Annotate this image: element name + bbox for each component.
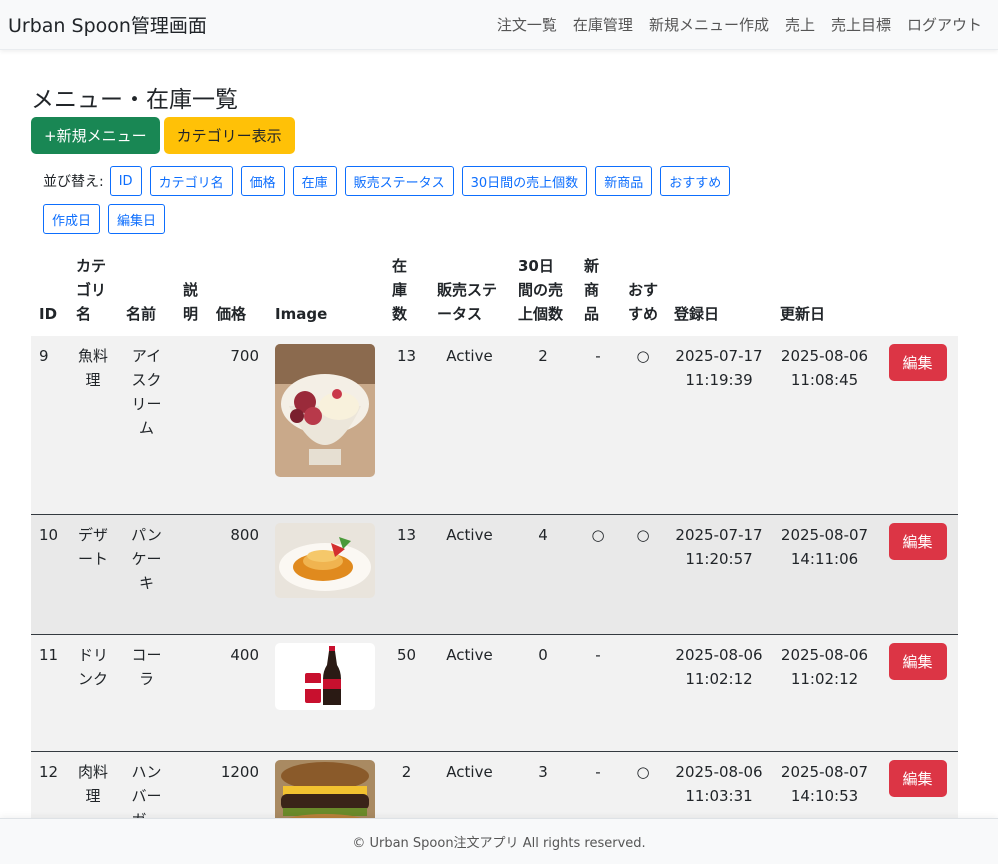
cell-new: ○ (591, 525, 605, 544)
header-recommend: おすすめ (628, 281, 659, 323)
cell-image (267, 634, 384, 751)
cell-price: 700 (230, 347, 259, 365)
cell-recommend: ○ (636, 347, 650, 365)
cell-sales: 0 (538, 645, 548, 664)
sort-button-updated[interactable]: 編集日 (108, 204, 166, 234)
sort-button-recommend[interactable]: おすすめ (660, 166, 731, 196)
edit-button[interactable]: 編集 (888, 759, 947, 797)
cell-id: 11 (39, 645, 59, 664)
header-id: ID (39, 305, 58, 323)
pancake-photo (275, 522, 375, 598)
cell-new: - (595, 347, 601, 365)
sort-button-category[interactable]: カテゴリ名 (149, 166, 233, 196)
sort-button-id[interactable]: ID (109, 166, 142, 196)
cell-price: 800 (230, 525, 259, 544)
new-menu-button[interactable]: +新規メニュー (31, 117, 160, 154)
navbar: Urban Spoon管理画面 注文一覧 在庫管理 新規メニュー作成 売上 売上… (0, 0, 998, 50)
cell-stock: 50 (396, 645, 417, 664)
cell-sales: 4 (538, 525, 548, 544)
sort-button-stock[interactable]: 在庫 (292, 166, 337, 196)
cell-description (175, 336, 208, 514)
cell-updated: 2025-08-06 11:08:45 (780, 347, 869, 389)
cola-photo (275, 642, 375, 710)
cell-name: アイスクリーム (131, 347, 162, 437)
ice-cream-photo (275, 344, 375, 477)
cell-name: コーラ (131, 645, 162, 688)
nav-links: 注文一覧 在庫管理 新規メニュー作成 売上 売上目標 ログアウト (497, 14, 990, 35)
cell-edit: 編集 (877, 336, 958, 514)
edit-button[interactable]: 編集 (888, 344, 947, 381)
sort-label: 並び替え: (43, 174, 104, 190)
cell-new: - (595, 645, 601, 664)
category-button[interactable]: カテゴリー表示 (163, 117, 295, 154)
cell-recommend: ○ (636, 525, 650, 544)
table-row: 11 ドリンク コーラ 400 50 Active 0 - 2025-08-06… (31, 634, 958, 751)
nav-link-inventory[interactable]: 在庫管理 (573, 14, 633, 35)
header-image: Image (275, 305, 328, 323)
header-price: 価格 (216, 305, 247, 323)
cell-stock: 13 (396, 347, 417, 365)
footer: © Urban Spoon注文アプリ All rights reserved. (0, 818, 998, 864)
table-row: 10 デザート パンケーキ 800 13 Active 4 ○ ○ 2025-0… (31, 514, 958, 634)
cell-created: 2025-07-17 11:19:39 (675, 347, 763, 389)
menu-table: ID カテゴリ名 名前 説明 価格 Image 在庫数 販売ステータス 30日間… (31, 246, 958, 864)
cell-category: デザート (77, 525, 108, 568)
page-title: メニュー・在庫一覧 (31, 87, 238, 113)
sort-button-created[interactable]: 作成日 (43, 204, 101, 234)
cell-status: Active (446, 645, 493, 664)
cell-sales: 2 (538, 347, 548, 365)
header-status: 販売ステータス (437, 281, 498, 323)
header-category: カテゴリ名 (76, 257, 107, 323)
cell-status: Active (446, 525, 493, 544)
sort-button-price[interactable]: 価格 (240, 166, 285, 196)
header-updated: 更新日 (780, 305, 826, 323)
table-header-row: ID カテゴリ名 名前 説明 価格 Image 在庫数 販売ステータス 30日間… (31, 246, 958, 336)
cell-category: 魚料理 (77, 347, 108, 389)
cell-image (267, 336, 384, 514)
cell-status: Active (446, 347, 493, 365)
header-created: 登録日 (674, 305, 720, 323)
cell-id: 9 (39, 347, 49, 365)
main-content: メニュー・在庫一覧 +新規メニュー カテゴリー表示 並び替え: ID カテゴリ名… (31, 58, 968, 864)
header-edit (877, 246, 958, 336)
header-new: 新商品 (584, 257, 600, 323)
edit-button[interactable]: 編集 (888, 642, 947, 680)
cell-id: 10 (39, 525, 59, 544)
cell-category: ドリンク (77, 645, 108, 688)
cell-created: 2025-07-17 11:20:57 (675, 525, 763, 568)
cell-edit: 編集 (877, 634, 958, 751)
cell-updated: 2025-08-07 14:11:06 (780, 525, 869, 568)
sort-button-new[interactable]: 新商品 (595, 166, 653, 196)
brand-title[interactable]: Urban Spoon管理画面 (8, 11, 207, 38)
cell-created: 2025-08-06 11:02:12 (675, 645, 763, 688)
cell-image (267, 514, 384, 634)
nav-link-logout[interactable]: ログアウト (907, 14, 982, 35)
sort-button-status[interactable]: 販売ステータス (344, 166, 454, 196)
cell-name: パンケーキ (131, 525, 162, 592)
cell-recommend (620, 634, 666, 751)
table-row: 9 魚料理 アイスクリーム 700 13 Active 2 - ○ 2025-0… (31, 336, 958, 514)
cell-description (175, 634, 208, 751)
cell-description (175, 514, 208, 634)
cell-price: 400 (230, 645, 259, 664)
nav-link-sales[interactable]: 売上 (785, 14, 815, 35)
footer-text: © Urban Spoon注文アプリ All rights reserved. (352, 836, 646, 851)
sort-bar: 並び替え: ID カテゴリ名 価格 在庫 販売ステータス 30日間の売上個数 新… (31, 166, 731, 234)
edit-button[interactable]: 編集 (888, 522, 947, 560)
cell-updated: 2025-08-06 11:02:12 (780, 645, 869, 688)
nav-link-orders[interactable]: 注文一覧 (497, 14, 557, 35)
sort-button-sales[interactable]: 30日間の売上個数 (461, 166, 588, 196)
nav-link-new-menu[interactable]: 新規メニュー作成 (649, 14, 769, 35)
header-stock: 在庫数 (392, 257, 408, 323)
header-description: 説明 (183, 281, 199, 323)
action-buttons: +新規メニュー カテゴリー表示 (31, 117, 968, 154)
nav-link-sales-target[interactable]: 売上目標 (831, 14, 891, 35)
header-sales: 30日間の売上個数 (518, 257, 564, 323)
cell-edit: 編集 (877, 514, 958, 634)
cell-stock: 13 (396, 525, 417, 544)
header-name: 名前 (126, 305, 157, 323)
